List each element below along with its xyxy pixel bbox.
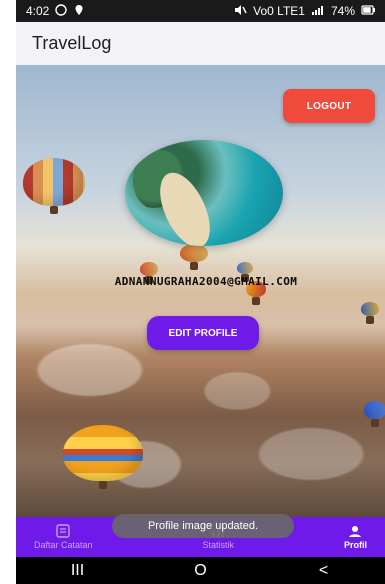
status-right: Vo0 LTE1 74%	[233, 4, 375, 19]
hot-air-balloon-icon	[361, 302, 379, 324]
back-button[interactable]: <	[304, 562, 344, 580]
battery-icon	[361, 4, 375, 18]
profile-icon	[347, 524, 363, 538]
network-label: Vo0 LTE1	[253, 4, 305, 18]
nav-label: Profil	[343, 540, 367, 550]
nav-label: Daftar Catatan	[34, 540, 93, 550]
signal-icon	[311, 4, 325, 19]
hot-air-balloon-icon	[23, 158, 85, 214]
time: 4:02	[26, 4, 50, 18]
nav-item-daftar-catatan[interactable]: Daftar Catatan	[34, 524, 93, 550]
nav-item-profil[interactable]: Profil	[344, 524, 367, 550]
nav-label: Statistik	[202, 540, 235, 550]
toast-message: Profile image updated.	[112, 514, 294, 538]
profile-avatar[interactable]	[125, 140, 283, 246]
status-left: 4:02	[26, 3, 85, 19]
home-button[interactable]: O	[181, 562, 221, 580]
mute-icon	[233, 4, 247, 19]
user-email: ADNANNUGRAHA2004@GMAIL.COM	[114, 275, 298, 288]
page-title: TravelLog	[32, 33, 112, 53]
hot-air-balloon-icon	[63, 425, 143, 489]
logout-button[interactable]: LOGOUT	[283, 89, 375, 123]
location-icon	[73, 4, 85, 19]
system-navigation: III O <	[16, 557, 385, 584]
app-bar: TravelLog	[16, 22, 385, 65]
list-icon	[55, 524, 71, 538]
whatsapp-icon	[55, 3, 68, 19]
edit-profile-button[interactable]: EDIT PROFILE	[147, 316, 259, 350]
hot-air-balloon-icon	[180, 244, 208, 270]
hot-air-balloon-icon	[237, 262, 253, 282]
status-bar: 4:02 Vo0 LTE1 74%	[16, 0, 385, 22]
battery-label: 74%	[330, 4, 355, 18]
hot-air-balloon-icon	[140, 262, 158, 284]
recent-apps-button[interactable]: III	[58, 562, 98, 580]
hot-air-balloon-icon	[364, 401, 385, 427]
